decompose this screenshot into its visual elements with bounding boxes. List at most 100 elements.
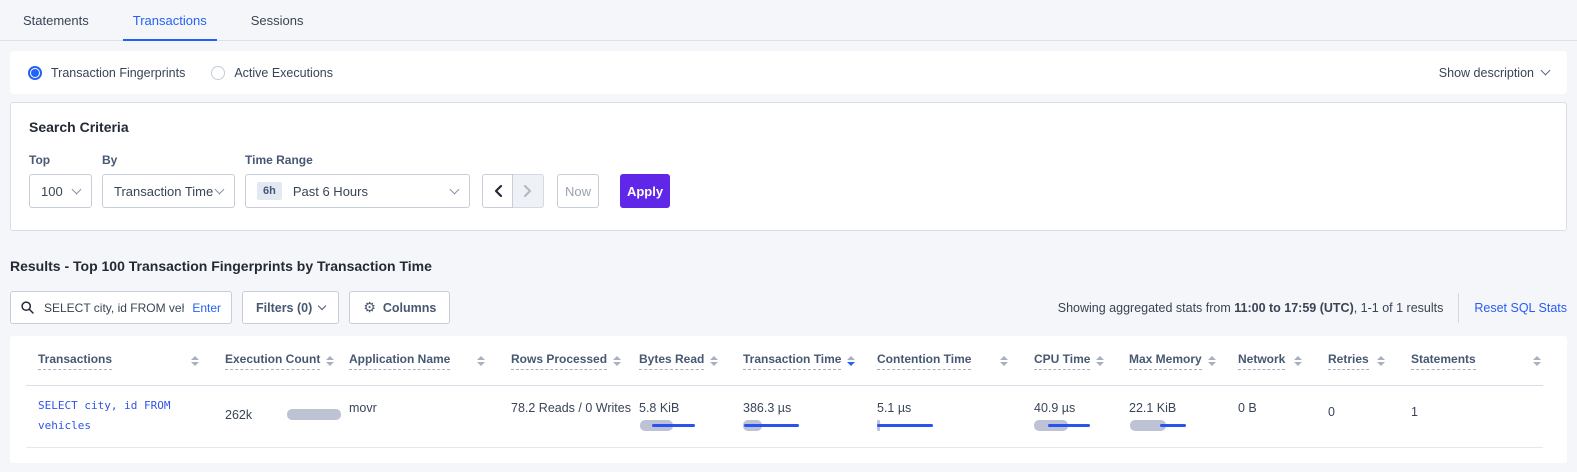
tab-sessions[interactable]: Sessions xyxy=(241,0,314,40)
cell-statements: 1 xyxy=(1411,386,1567,448)
gear-icon: ⚙ xyxy=(363,300,376,316)
chevron-down-icon xyxy=(215,184,225,194)
chevron-left-icon xyxy=(493,184,503,198)
time-range-value: Past 6 Hours xyxy=(293,184,368,199)
bytes-read-bar xyxy=(639,420,709,431)
show-description-label: Show description xyxy=(1439,66,1534,80)
contention-time-bar xyxy=(877,420,947,431)
stats-time-range: 11:00 to 17:59 (UTC) xyxy=(1234,301,1353,315)
next-time-window-button[interactable] xyxy=(513,174,544,208)
search-criteria-title: Search Criteria xyxy=(29,119,1548,135)
sort-caret-icon xyxy=(326,356,334,366)
cell-bytes-read: 5.8 KiB xyxy=(639,386,743,448)
sort-caret-icon xyxy=(1096,356,1104,366)
chevron-right-icon xyxy=(523,184,533,198)
filters-button[interactable]: Filters (0) xyxy=(242,291,339,324)
enter-hint-label: Enter xyxy=(192,301,221,315)
column-header-statements[interactable]: Statements xyxy=(1411,352,1567,370)
column-header-transactions[interactable]: Transactions xyxy=(10,352,225,370)
time-range-select[interactable]: 6h Past 6 Hours xyxy=(245,174,470,208)
query-search-box: Enter xyxy=(10,291,232,324)
by-label: By xyxy=(102,153,235,167)
cell-retries: 0 xyxy=(1328,386,1411,448)
top-label: Top xyxy=(29,153,92,167)
tab-transactions[interactable]: Transactions xyxy=(123,0,217,40)
stats-suffix: , 1-1 of 1 results xyxy=(1354,301,1444,315)
top-field: Top 100 xyxy=(29,153,92,208)
cell-transaction-time: 386.3 µs xyxy=(743,386,877,448)
filters-button-label: Filters (0) xyxy=(256,301,312,315)
by-select[interactable]: Transaction Time xyxy=(102,174,235,208)
column-header-bytes-read[interactable]: Bytes Read xyxy=(639,352,743,370)
stats-prefix: Showing aggregated stats from xyxy=(1058,301,1235,315)
column-header-cpu-time[interactable]: CPU Time xyxy=(1034,352,1129,370)
sort-caret-icon xyxy=(477,356,485,366)
column-header-execution-count[interactable]: Execution Count xyxy=(225,352,349,370)
sort-caret-icon xyxy=(1377,356,1385,366)
search-input[interactable] xyxy=(42,300,186,316)
cell-network: 0 B xyxy=(1238,386,1328,448)
max-memory-bar xyxy=(1129,420,1199,431)
column-header-transaction-time[interactable]: Transaction Time xyxy=(743,352,877,370)
cell-application-name: movr xyxy=(349,386,511,448)
cell-rows-processed: 78.2 Reads / 0 Writes xyxy=(511,386,639,448)
radio-label: Transaction Fingerprints xyxy=(51,66,185,80)
search-icon xyxy=(21,301,34,314)
radio-unselected-icon xyxy=(211,66,225,80)
time-range-badge: 6h xyxy=(257,182,282,200)
sort-caret-icon xyxy=(1208,356,1216,366)
results-heading: Results - Top 100 Transaction Fingerprin… xyxy=(10,258,1567,274)
chevron-down-icon xyxy=(450,184,460,194)
table-row: SELECT city, id FROM vehicles 262k movr … xyxy=(10,386,1567,448)
cell-transaction-fingerprint-link[interactable]: SELECT city, id FROM vehicles xyxy=(10,386,195,448)
cell-cpu-time: 40.9 µs xyxy=(1034,386,1129,448)
column-header-network[interactable]: Network xyxy=(1238,352,1328,370)
cell-contention-time: 5.1 µs xyxy=(877,386,1034,448)
chevron-down-icon xyxy=(1541,66,1551,76)
sort-caret-icon xyxy=(710,356,718,366)
search-criteria-card: Search Criteria Top 100 By Transaction T… xyxy=(10,102,1567,231)
time-window-arrows xyxy=(482,174,544,208)
column-header-application-name[interactable]: Application Name xyxy=(349,352,511,370)
radio-label: Active Executions xyxy=(234,66,333,80)
cpu-time-bar xyxy=(1034,420,1104,431)
sort-caret-icon xyxy=(191,356,199,366)
apply-button[interactable]: Apply xyxy=(620,174,670,208)
transaction-time-bar xyxy=(743,420,813,431)
cell-max-memory: 22.1 KiB xyxy=(1129,386,1238,448)
page-tabs: Statements Transactions Sessions xyxy=(0,0,1577,41)
cell-execution-count: 262k xyxy=(225,386,349,448)
top-select[interactable]: 100 xyxy=(29,174,92,208)
column-header-max-memory[interactable]: Max Memory xyxy=(1129,352,1238,370)
execution-count-bar xyxy=(287,409,341,420)
column-header-rows-processed[interactable]: Rows Processed xyxy=(511,352,639,370)
aggregated-stats-text: Showing aggregated stats from 11:00 to 1… xyxy=(1058,293,1567,323)
column-header-contention-time[interactable]: Contention Time xyxy=(877,352,1034,370)
chevron-down-icon xyxy=(318,302,326,310)
by-field: By Transaction Time xyxy=(102,153,235,208)
column-header-retries[interactable]: Retries xyxy=(1328,352,1411,370)
table-header-row: Transactions Execution Count Application… xyxy=(10,336,1567,386)
view-mode-bar: Transaction Fingerprints Active Executio… xyxy=(10,51,1567,94)
sort-caret-icon xyxy=(1294,356,1302,366)
radio-transaction-fingerprints[interactable]: Transaction Fingerprints xyxy=(28,66,185,80)
columns-button[interactable]: ⚙ Columns xyxy=(349,291,450,324)
previous-time-window-button[interactable] xyxy=(482,174,513,208)
chevron-down-icon xyxy=(72,184,82,194)
top-select-value: 100 xyxy=(41,184,63,199)
reset-sql-stats-link[interactable]: Reset SQL Stats xyxy=(1474,301,1567,315)
transactions-table: Transactions Execution Count Application… xyxy=(10,336,1567,463)
by-select-value: Transaction Time xyxy=(114,184,213,199)
radio-active-executions[interactable]: Active Executions xyxy=(211,66,333,80)
vertical-divider xyxy=(1458,293,1459,323)
radio-selected-icon xyxy=(28,66,42,80)
columns-button-label: Columns xyxy=(383,301,436,315)
sort-caret-icon xyxy=(1533,356,1541,366)
now-button[interactable]: Now xyxy=(557,174,599,208)
time-range-label: Time Range xyxy=(245,153,470,167)
time-range-field: Time Range 6h Past 6 Hours xyxy=(245,153,470,208)
search-criteria-form: Top 100 By Transaction Time Time Range 6… xyxy=(29,153,1548,208)
show-description-toggle[interactable]: Show description xyxy=(1439,66,1549,80)
tab-statements[interactable]: Statements xyxy=(13,0,99,40)
sort-caret-icon xyxy=(1000,356,1008,366)
